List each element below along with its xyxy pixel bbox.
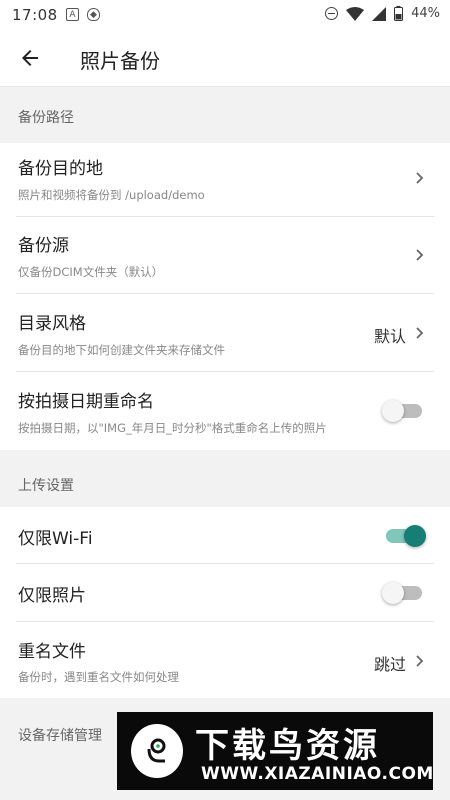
section-header-backup-path: 备份路径: [0, 87, 450, 143]
item-subtitle: 备份时，遇到重名文件如何处理: [18, 670, 179, 684]
chevron-right-icon: [416, 172, 424, 184]
item-subtitle: 仅备份DCIM文件夹（默认）: [18, 265, 164, 279]
chevron-right-icon: [416, 327, 424, 339]
chevron-right-icon: [416, 655, 424, 667]
toggle-thumb: [382, 400, 404, 422]
item-title: 仅限照片: [18, 586, 86, 606]
bird-logo-icon: [131, 724, 183, 778]
photos-only-toggle[interactable]: [382, 582, 422, 604]
toggle-thumb: [404, 525, 426, 547]
arrow-back-icon[interactable]: [18, 46, 42, 70]
watermark-banner: 下载鸟资源 WWW.XIAZAINIAO.COM: [117, 712, 433, 790]
duplicate-files-value: 跳过: [373, 655, 406, 674]
watermark-url: WWW.XIAZAINIAO.COM: [201, 764, 434, 784]
photos-only-item[interactable]: 仅限照片: [0, 564, 450, 622]
watermark-title: 下载鸟资源: [195, 726, 380, 766]
status-left-icons: A ◆: [66, 8, 100, 21]
directory-style-value: 默认: [373, 327, 406, 346]
a-icon: A: [66, 8, 79, 21]
wifi-only-toggle[interactable]: [386, 525, 426, 547]
signal-icon: [372, 6, 387, 21]
item-title: 备份目的地: [18, 159, 103, 179]
status-time: 17:08: [12, 6, 58, 24]
item-title: 重名文件: [18, 642, 86, 662]
shield-icon: ◆: [87, 8, 100, 21]
backup-destination-item[interactable]: 备份目的地 照片和视频将备份到 /upload/demo: [0, 143, 450, 217]
item-subtitle: 照片和视频将备份到 /upload/demo: [18, 188, 205, 202]
item-title: 按拍摄日期重命名: [18, 392, 154, 412]
dnd-icon: [325, 7, 339, 20]
item-title: 备份源: [18, 236, 69, 256]
item-title: 目录风格: [18, 314, 86, 334]
wifi-only-item[interactable]: 仅限Wi-Fi: [0, 507, 450, 564]
rename-by-date-item[interactable]: 按拍摄日期重命名 按拍摄日期，以"IMG_年月日_时分秒"格式重命名上传的照片: [0, 372, 450, 450]
toggle-thumb: [382, 582, 404, 604]
item-subtitle: 备份目的地下如何创建文件夹来存储文件: [18, 343, 225, 357]
rename-by-date-toggle[interactable]: [382, 400, 422, 422]
backup-source-item[interactable]: 备份源 仅备份DCIM文件夹（默认）: [0, 217, 450, 294]
section-header-upload-settings: 上传设置: [0, 450, 450, 507]
directory-style-item[interactable]: 目录风格 备份目的地下如何创建文件夹来存储文件 默认: [0, 294, 450, 372]
status-right-icons: 44%: [325, 6, 440, 21]
bird-icon: [147, 738, 166, 763]
battery-percent: 44%: [411, 6, 440, 21]
item-subtitle: 按拍摄日期，以"IMG_年月日_时分秒"格式重命名上传的照片: [18, 421, 327, 435]
app-bar: 照片备份: [0, 30, 450, 87]
status-bar: 17:08 A ◆ 44%: [0, 0, 450, 30]
chevron-right-icon: [416, 249, 424, 261]
wifi-icon: [346, 6, 365, 21]
duplicate-files-item[interactable]: 重名文件 备份时，遇到重名文件如何处理 跳过: [0, 622, 450, 698]
battery-icon: [394, 6, 404, 21]
page-title: 照片备份: [80, 49, 160, 73]
item-title: 仅限Wi-Fi: [18, 529, 93, 549]
